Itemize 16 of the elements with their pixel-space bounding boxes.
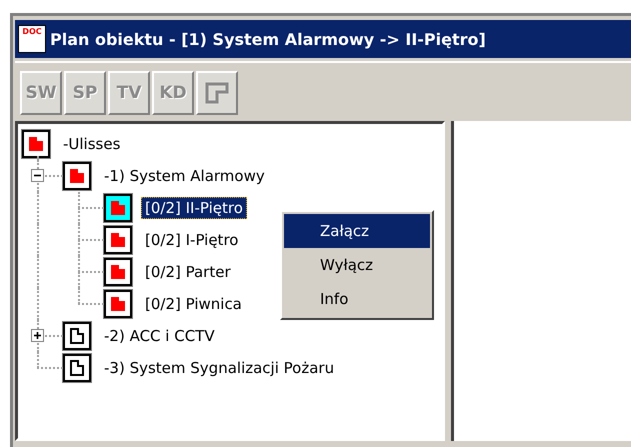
tree-item[interactable]: -1) System Alarmowy xyxy=(100,165,269,187)
tree-item[interactable]: [0/2] I-Piętro xyxy=(141,229,242,251)
expander-icon[interactable] xyxy=(31,329,44,342)
window-title: Plan obiektu - [1) System Alarmowy -> II-Piętro] xyxy=(50,30,486,48)
tree-item[interactable]: [0/2] II-Piętro xyxy=(141,197,247,219)
tree-item[interactable]: -3) System Sygnalizacji Pożaru xyxy=(100,357,338,379)
app-icon: DOC xyxy=(18,25,46,53)
menu-item[interactable]: Info xyxy=(284,282,430,316)
tree-item[interactable]: -2) ACC i CCTV xyxy=(100,325,219,347)
tree-item[interactable]: [0/2] Piwnica xyxy=(141,293,246,315)
tree-item[interactable]: -Ulisses xyxy=(59,133,124,155)
corner-icon xyxy=(205,82,229,104)
menu-item[interactable]: Załącz xyxy=(284,214,430,248)
menu-item[interactable]: Wyłącz xyxy=(284,248,430,282)
expander-icon[interactable] xyxy=(31,169,44,182)
tree-item[interactable]: [0/2] Parter xyxy=(141,261,235,283)
